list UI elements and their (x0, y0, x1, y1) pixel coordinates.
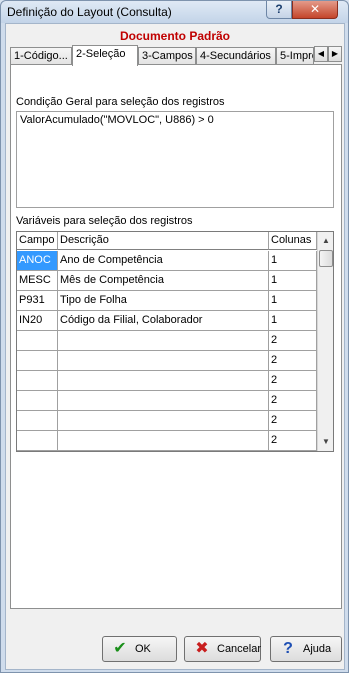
column-header-descricao[interactable]: Descrição (58, 232, 269, 250)
scroll-thumb[interactable] (319, 250, 333, 267)
dialog-client: Documento Padrão 1-Código... 2-Seleção 3… (5, 23, 345, 670)
help-label: Ajuda (303, 643, 332, 655)
cell-colunas[interactable]: 1 (269, 251, 317, 271)
cell-descricao[interactable] (58, 431, 269, 451)
check-icon: ✔ (113, 640, 127, 657)
x-icon: ✖ (195, 640, 209, 657)
column-header-colunas[interactable]: Colunas (269, 232, 317, 250)
cell-campo[interactable] (17, 371, 58, 391)
cell-colunas[interactable]: 2 (269, 351, 317, 371)
tab-campos[interactable]: 3-Campos (138, 47, 196, 65)
tab-secundarios[interactable]: 4-Secundários (196, 47, 276, 65)
cell-descricao[interactable] (58, 351, 269, 371)
cell-colunas[interactable]: 2 (269, 391, 317, 411)
dialog-window: Definição do Layout (Consulta) ? ✕ Docum… (0, 0, 349, 673)
ok-label: OK (135, 643, 151, 655)
cell-colunas[interactable]: 2 (269, 331, 317, 351)
cell-colunas[interactable]: 2 (269, 431, 317, 451)
cell-descricao[interactable] (58, 371, 269, 391)
table-row[interactable]: 2 (17, 391, 317, 411)
table-row[interactable]: 2 (17, 411, 317, 431)
selection-panel: Condição Geral para seleção dos registro… (10, 64, 342, 609)
condition-input[interactable]: ValorAcumulado("MOVLOC", U886) > 0 (16, 111, 334, 208)
cell-campo[interactable] (17, 351, 58, 371)
table-row[interactable]: 2 (17, 371, 317, 391)
title-bar[interactable]: Definição do Layout (Consulta) ? ✕ (1, 1, 348, 23)
table-row[interactable]: P931 Tipo de Folha 1 (17, 291, 317, 311)
column-header-campo[interactable]: Campo (17, 232, 58, 250)
table-row[interactable]: MESC Mês de Competência 1 (17, 271, 317, 291)
cell-descricao[interactable] (58, 411, 269, 431)
cell-campo[interactable] (17, 431, 58, 451)
variables-grid: Campo Descrição Colunas ANOC Ano de Compe… (16, 231, 334, 452)
cell-campo[interactable]: ANOC (17, 251, 58, 271)
condition-label: Condição Geral para seleção dos registro… (16, 96, 225, 108)
table-row[interactable]: ANOC Ano de Competência 1 (17, 251, 317, 271)
tab-codigo[interactable]: 1-Código... (10, 47, 72, 65)
tab-impressao[interactable]: 5-Impres (276, 47, 314, 65)
cell-campo[interactable] (17, 391, 58, 411)
scroll-down-icon[interactable]: ▼ (318, 433, 333, 450)
grid-scrollbar[interactable]: ▲ ▼ (317, 232, 333, 451)
cell-descricao[interactable]: Ano de Competência (58, 251, 269, 271)
cancel-button[interactable]: ✖ Cancelar (184, 636, 261, 662)
grid-header: Campo Descrição Colunas (17, 232, 317, 252)
question-icon: ? (283, 640, 293, 657)
cell-descricao[interactable] (58, 391, 269, 411)
cell-campo[interactable]: MESC (17, 271, 58, 291)
cell-descricao[interactable] (58, 331, 269, 351)
table-row[interactable]: IN20 Código da Filial, Colaborador 1 (17, 311, 317, 331)
cell-colunas[interactable]: 1 (269, 311, 317, 331)
cell-colunas[interactable]: 1 (269, 291, 317, 311)
cell-campo[interactable] (17, 331, 58, 351)
cell-campo[interactable] (17, 411, 58, 431)
cancel-label: Cancelar (217, 643, 262, 655)
button-bar: ✔ OK ✖ Cancelar ? Ajuda (6, 624, 344, 669)
cell-descricao[interactable]: Mês de Competência (58, 271, 269, 291)
cell-descricao[interactable]: Código da Filial, Colaborador (58, 311, 269, 331)
table-row[interactable]: 2 (17, 351, 317, 371)
help-title-button[interactable]: ? (266, 1, 292, 19)
cell-descricao[interactable]: Tipo de Folha (58, 291, 269, 311)
variables-label: Variáveis para seleção dos registros (16, 215, 193, 227)
help-button[interactable]: ? Ajuda (270, 636, 342, 662)
tab-scroll-left-icon[interactable]: ◀ (314, 46, 328, 62)
cell-colunas[interactable]: 2 (269, 371, 317, 391)
tab-strip: 1-Código... 2-Seleção 3-Campos 4-Secundá… (10, 45, 342, 66)
tab-selecao[interactable]: 2-Seleção (72, 45, 138, 66)
cell-colunas[interactable]: 1 (269, 271, 317, 291)
tab-scroll-right-icon[interactable]: ▶ (328, 46, 342, 62)
scroll-up-icon[interactable]: ▲ (318, 232, 333, 249)
cell-campo[interactable]: IN20 (17, 311, 58, 331)
cell-campo[interactable]: P931 (17, 291, 58, 311)
cell-colunas[interactable]: 2 (269, 411, 317, 431)
window-title: Definição do Layout (Consulta) (7, 5, 172, 19)
table-row[interactable]: 2 (17, 431, 317, 451)
table-row[interactable]: 2 (17, 331, 317, 351)
ok-button[interactable]: ✔ OK (102, 636, 177, 662)
close-button[interactable]: ✕ (292, 1, 338, 19)
document-title: Documento Padrão (119, 29, 230, 43)
